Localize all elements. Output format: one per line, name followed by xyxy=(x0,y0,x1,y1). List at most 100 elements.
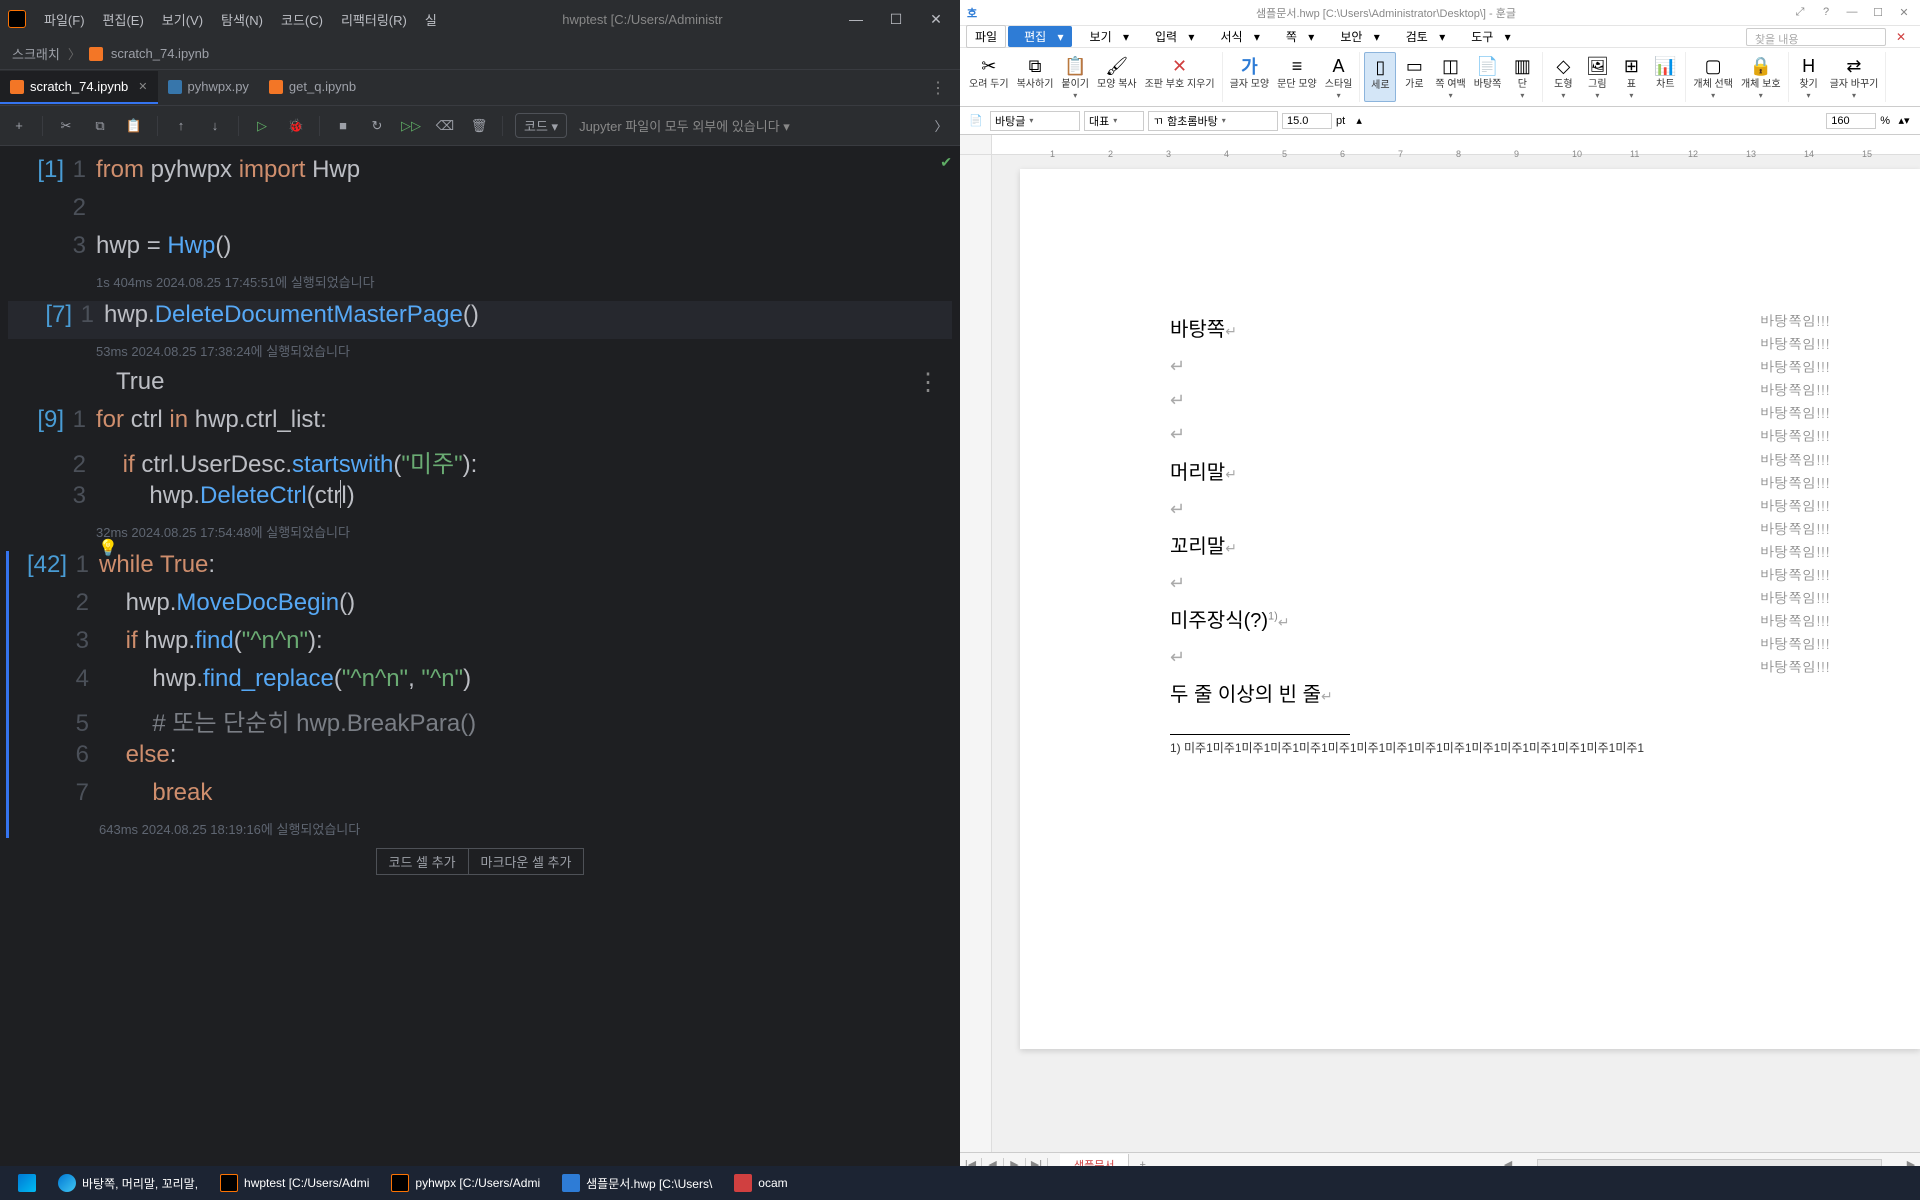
table-button[interactable]: ⊞표▾ xyxy=(1615,52,1647,102)
horizontal-button[interactable]: ▭가로 xyxy=(1398,52,1430,102)
vertical-ruler[interactable] xyxy=(960,155,992,1152)
taskbar-app[interactable]: 샘플문서.hwp [C:\Users\ xyxy=(552,1170,722,1196)
copy-icon[interactable]: ⧉ xyxy=(89,118,111,134)
minimize-icon[interactable]: — xyxy=(840,11,872,28)
zoom-input[interactable]: 160 xyxy=(1826,113,1876,129)
run-cell-icon[interactable]: ▷ xyxy=(251,118,273,134)
minimize-icon[interactable]: — xyxy=(1840,6,1864,19)
cut-icon[interactable]: ✂ xyxy=(55,118,77,134)
object-protect-button[interactable]: 🔒개체 보호▾ xyxy=(1738,52,1784,102)
doc-empty-line[interactable]: ↵ xyxy=(1170,492,1650,526)
style-button[interactable]: A스타일▾ xyxy=(1322,52,1356,102)
run-all-icon[interactable]: ▷▷ xyxy=(400,118,422,134)
tab-pyhwpx[interactable]: pyhwpx.py xyxy=(158,71,259,104)
search-input[interactable]: 찾을 내용 xyxy=(1746,28,1886,46)
menu-tools[interactable]: 도구 ▾ xyxy=(1455,26,1518,47)
font-size-input[interactable]: 15.0 xyxy=(1282,113,1332,129)
menu-security[interactable]: 보안 ▾ xyxy=(1324,26,1387,47)
code-content[interactable]: hwp.DeleteDocumentMasterPage() xyxy=(104,301,479,329)
footnote-text[interactable]: 1) 미주1미주1미주1미주1미주1미주1미주1미주1미주1미주1미주1미주1미… xyxy=(1170,739,1650,756)
add-code-cell-button[interactable]: 코드 셀 추가 xyxy=(376,848,468,875)
notebook-cell-9[interactable]: [9]1for ctrl in hwp.ctrl_list: 2 if ctrl… xyxy=(0,406,960,541)
notebook-cell-1[interactable]: [1]1from pyhwpx import Hwp 2 3hwp = Hwp(… xyxy=(0,156,960,291)
doc-text-line[interactable]: 머리말↵ xyxy=(1170,452,1650,492)
menu-edit[interactable]: 편집(E) xyxy=(95,6,152,33)
doc-empty-line[interactable]: ↵ xyxy=(1170,640,1650,674)
doc-text-line[interactable]: 미주장식(?)1)↵ xyxy=(1170,600,1650,640)
restart-icon[interactable]: ↻ xyxy=(366,118,388,134)
taskbar-app[interactable]: pyhwpx [C:/Users/Admi xyxy=(381,1170,550,1196)
font-dropdown[interactable]: ㄲ 함초롬바탕▾ xyxy=(1148,111,1278,131)
menu-navigate[interactable]: 탐색(N) xyxy=(213,6,271,33)
doc-empty-line[interactable]: ↵ xyxy=(1170,566,1650,600)
document-page[interactable]: 바탕쪽↵ ↵ ↵ ↵ 머리말↵ ↵ 꼬리말↵ ↵ 미주장식(?)1)↵ ↵ 두 … xyxy=(1020,169,1920,1049)
add-markdown-cell-button[interactable]: 마크다운 셀 추가 xyxy=(468,848,585,875)
code-content[interactable]: hwp.find_replace("^n^n", "^n") xyxy=(99,665,471,693)
code-content[interactable]: for ctrl in hwp.ctrl_list: xyxy=(96,406,327,434)
maximize-icon[interactable]: ☐ xyxy=(880,11,912,28)
breadcrumb-root[interactable]: 스크래치 xyxy=(12,44,60,63)
ribbon-min-icon[interactable]: ⤢ xyxy=(1788,6,1812,19)
close-icon[interactable]: ✕ xyxy=(920,11,952,28)
code-content[interactable]: hwp = Hwp() xyxy=(96,232,231,260)
cut-button[interactable]: ✂오려 두기 xyxy=(966,52,1012,102)
code-content[interactable]: while True: xyxy=(99,551,215,579)
paste-button[interactable]: 📋붙이기▾ xyxy=(1058,52,1092,102)
breadcrumb-file[interactable]: scratch_74.ipynb xyxy=(111,46,209,61)
column-button[interactable]: ▥단▾ xyxy=(1506,52,1538,102)
new-icon[interactable]: 📄 xyxy=(966,111,986,131)
notebook-cell-7[interactable]: [7]1hwp.DeleteDocumentMasterPage() 53ms … xyxy=(0,301,960,396)
code-content[interactable]: hwp.DeleteCtrl(ctrl) xyxy=(96,482,355,510)
close-icon[interactable]: ✕ xyxy=(138,80,147,93)
menu-file[interactable]: 파일 xyxy=(966,25,1006,48)
close-icon[interactable]: ✕ xyxy=(1892,6,1916,19)
doc-text-line[interactable]: 두 줄 이상의 빈 줄↵ xyxy=(1170,674,1650,714)
code-content[interactable]: if hwp.find("^n^n"): xyxy=(99,627,323,655)
size-up-icon[interactable]: ▴ xyxy=(1349,111,1369,131)
horizontal-ruler[interactable]: 123456789101112131415 xyxy=(960,135,1920,155)
edge-button[interactable]: 바탕쪽, 머리말, 꼬리말, xyxy=(48,1170,208,1196)
menu-file[interactable]: 파일(F) xyxy=(36,6,93,33)
code-content[interactable]: from pyhwpx import Hwp xyxy=(96,156,360,184)
maximize-icon[interactable]: ☐ xyxy=(1866,6,1890,19)
tab-getq[interactable]: get_q.ipynb xyxy=(259,71,366,104)
endnote-ref[interactable]: 1) xyxy=(1268,610,1278,622)
doc-empty-line[interactable]: ↵ xyxy=(1170,349,1650,383)
menu-run-trunc[interactable]: 실 xyxy=(417,6,445,33)
help-icon[interactable]: ? xyxy=(1814,6,1838,19)
shape-button[interactable]: ◇도형▾ xyxy=(1547,52,1579,102)
code-content[interactable]: break xyxy=(99,779,212,807)
picture-button[interactable]: 🖼그림▾ xyxy=(1581,52,1613,102)
editor-area[interactable]: ✔ [1]1from pyhwpx import Hwp 2 3hwp = Hw… xyxy=(0,146,960,1172)
doc-empty-line[interactable]: ↵ xyxy=(1170,417,1650,451)
clear-output-icon[interactable]: ⌫ xyxy=(434,118,456,134)
menu-refactor[interactable]: 리팩터링(R) xyxy=(333,6,415,33)
doc-text-line[interactable]: 바탕쪽↵ xyxy=(1170,309,1650,349)
chart-button[interactable]: 📊차트 xyxy=(1649,52,1681,102)
debug-cell-icon[interactable]: 🐞 xyxy=(285,118,307,134)
vertical-button[interactable]: ▯세로 xyxy=(1364,52,1396,102)
code-content[interactable]: # 또는 단순히 hwp.BreakPara() xyxy=(99,703,476,738)
tab-scratch74[interactable]: scratch_74.ipynb ✕ xyxy=(0,71,158,104)
format-painter-button[interactable]: 🖌모양 복사 xyxy=(1094,52,1140,102)
menu-view[interactable]: 보기(V) xyxy=(154,6,211,33)
doc-empty-line[interactable]: ↵ xyxy=(1170,383,1650,417)
taskbar-app[interactable]: ocam xyxy=(724,1170,797,1196)
master-page-button[interactable]: 📄바탕쪽 xyxy=(1471,52,1505,102)
menu-review[interactable]: 검토 ▾ xyxy=(1390,26,1453,47)
zoom-spinner-icon[interactable]: ▴▾ xyxy=(1894,111,1914,131)
char-format-button[interactable]: 가글자 모양 xyxy=(1227,52,1273,102)
menu-view[interactable]: 보기 ▾ xyxy=(1074,26,1137,47)
paste-icon[interactable]: 📋 xyxy=(123,118,145,134)
delete-cell-icon[interactable]: 🗑 xyxy=(468,118,490,134)
doc-text-line[interactable]: 꼬리말↵ xyxy=(1170,526,1650,566)
lang-dropdown[interactable]: 대표▾ xyxy=(1084,111,1144,131)
move-up-icon[interactable]: ↑ xyxy=(170,118,192,133)
start-button[interactable] xyxy=(8,1170,46,1196)
replace-button[interactable]: ⇄글자 바꾸기▾ xyxy=(1827,52,1882,102)
menu-page[interactable]: 쪽 ▾ xyxy=(1270,26,1322,47)
margin-button[interactable]: ◫쪽 여백▾ xyxy=(1432,52,1468,102)
code-content[interactable]: hwp.MoveDocBegin() xyxy=(99,589,355,617)
menu-code[interactable]: 코드(C) xyxy=(273,6,331,33)
output-menu-icon[interactable]: ⋮ xyxy=(916,368,940,397)
